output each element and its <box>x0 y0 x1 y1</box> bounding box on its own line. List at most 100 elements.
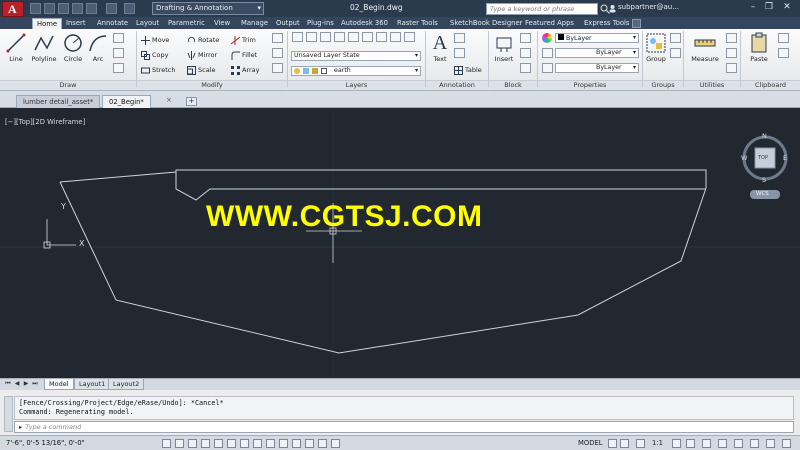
application-menu-button[interactable]: A <box>2 1 24 17</box>
layer-properties-icon[interactable] <box>292 32 303 42</box>
scale-button[interactable]: Scale <box>187 65 216 75</box>
layer-state-select[interactable]: Unsaved Layer State ▾ <box>291 51 421 61</box>
lineweight-select[interactable]: ByLayer ▾ <box>555 48 639 58</box>
drawing-viewport[interactable]: Y X N S E W TOP WCS <box>0 108 800 378</box>
array-button[interactable]: Array <box>231 65 260 75</box>
close-tab-icon[interactable]: × <box>166 97 173 104</box>
current-layer-select[interactable]: earth ▾ <box>291 66 421 76</box>
doc-tab-lumber-detail[interactable]: lumber detail_asset* <box>16 95 101 108</box>
close-icon[interactable]: ✕ <box>780 2 794 14</box>
tab-autodesk-360[interactable]: Autodesk 360 <box>337 18 392 29</box>
layer-unisolate-icon[interactable] <box>404 32 415 42</box>
snap-mode-icon[interactable] <box>175 439 184 448</box>
linetype-select[interactable]: ByLayer ▾ <box>555 63 639 73</box>
text-tool-button[interactable]: A Text <box>427 32 453 63</box>
tab-express-tools[interactable]: Express Tools <box>580 18 633 29</box>
ellipse-icon[interactable] <box>113 63 124 73</box>
annotation-scale-value[interactable]: 1:1 <box>652 439 663 447</box>
draw-panel-title[interactable]: Draw <box>0 80 136 90</box>
quick-select-icon[interactable] <box>726 48 737 58</box>
lock-icon[interactable] <box>312 68 318 74</box>
tab-manage[interactable]: Manage <box>237 18 272 29</box>
doc-tab-02-begin[interactable]: 02_Begin* <box>102 95 151 108</box>
infer-constraints-icon[interactable] <box>162 439 171 448</box>
quick-view-layouts-icon[interactable] <box>608 439 617 448</box>
circle-tool-button[interactable]: Circle <box>60 32 86 63</box>
status-menu-icon[interactable] <box>766 439 775 448</box>
command-input[interactable]: ▸ Type a command <box>14 421 794 433</box>
next-layout-icon[interactable]: ▶ <box>22 380 30 389</box>
group-button[interactable]: Group <box>643 32 669 63</box>
erase-icon[interactable] <box>272 33 283 43</box>
layer-freeze-icon[interactable] <box>334 32 345 42</box>
block-panel-title[interactable]: Block <box>489 80 537 90</box>
properties-panel-title[interactable]: Properties <box>538 80 642 90</box>
hatch-icon[interactable] <box>113 48 124 58</box>
calculator-icon[interactable] <box>726 33 737 43</box>
clipboard-panel-title[interactable]: Clipboard <box>741 80 800 90</box>
selection-cycling-icon[interactable] <box>331 439 340 448</box>
lineweight-toggle-icon[interactable] <box>292 439 301 448</box>
layer-walk-icon[interactable] <box>390 32 401 42</box>
dynamic-ucs-icon[interactable] <box>266 439 275 448</box>
layout-tab-layout2[interactable]: Layout2 <box>108 379 145 390</box>
workspace-select[interactable]: Drafting & Annotation ▾ <box>152 2 264 15</box>
clean-screen-icon[interactable] <box>782 439 791 448</box>
quick-view-drawings-icon[interactable] <box>620 439 629 448</box>
layout-tab-layout1[interactable]: Layout1 <box>74 379 111 390</box>
trim-button[interactable]: Trim <box>230 35 256 45</box>
sun-icon[interactable] <box>303 68 309 74</box>
ungroup-icon[interactable] <box>670 33 681 43</box>
layer-lock-icon[interactable] <box>348 32 359 42</box>
tab-parametric[interactable]: Parametric <box>164 18 209 29</box>
linetype-icon[interactable] <box>542 63 553 73</box>
transparency-icon[interactable] <box>305 439 314 448</box>
fillet-button[interactable]: Fillet <box>231 50 257 60</box>
help-search-input[interactable]: Type a keyword or phrase <box>486 3 598 15</box>
annotation-scale-icon[interactable] <box>636 439 645 448</box>
mirror-button[interactable]: Mirror <box>187 50 217 60</box>
groups-panel-title[interactable]: Groups <box>643 80 683 90</box>
workspace-switching-icon[interactable] <box>702 439 711 448</box>
new-tab-plus-icon[interactable]: + <box>186 97 197 106</box>
ortho-mode-icon[interactable] <box>201 439 210 448</box>
annotation-visibility-icon[interactable] <box>672 439 681 448</box>
tab-sketchbook-designer[interactable]: SketchBook Designer <box>446 18 526 29</box>
dynamic-input-icon[interactable] <box>279 439 288 448</box>
stretch-button[interactable]: Stretch <box>141 65 175 75</box>
redo-icon[interactable] <box>124 3 135 14</box>
tab-view[interactable]: View <box>210 18 234 29</box>
tab-home[interactable]: Home <box>32 18 63 29</box>
tab-annotate[interactable]: Annotate <box>93 18 132 29</box>
tab-plug-ins[interactable]: Plug-ins <box>303 18 338 29</box>
paste-button[interactable]: Paste <box>746 32 772 63</box>
group-edit-icon[interactable] <box>670 48 681 58</box>
viewcube-top-label[interactable]: TOP <box>758 155 768 161</box>
annotation-panel-title[interactable]: Annotation <box>426 80 488 90</box>
undo-icon[interactable] <box>106 3 117 14</box>
move-button[interactable]: Move <box>141 35 169 45</box>
modify-panel-title[interactable]: Modify <box>137 80 287 90</box>
explode-icon[interactable] <box>272 48 283 58</box>
command-line-grip[interactable] <box>4 396 13 432</box>
tab-insert[interactable]: Insert <box>62 18 90 29</box>
copy-button[interactable]: Copy <box>141 50 169 60</box>
edit-block-icon[interactable] <box>520 48 531 58</box>
new-file-icon[interactable] <box>30 3 41 14</box>
color-wheel-icon[interactable] <box>542 33 552 43</box>
prev-layout-icon[interactable]: ◀ <box>13 380 21 389</box>
tab-featured-apps[interactable]: Featured Apps <box>521 18 578 29</box>
tab-output[interactable]: Output <box>272 18 304 29</box>
offset-icon[interactable] <box>272 63 283 73</box>
object-snap-icon[interactable] <box>227 439 236 448</box>
last-layout-icon[interactable]: ⏭ <box>31 380 39 389</box>
3d-object-snap-icon[interactable] <box>240 439 249 448</box>
arc-tool-button[interactable]: Arc <box>85 32 111 63</box>
save-as-icon[interactable] <box>72 3 83 14</box>
rotate-button[interactable]: Rotate <box>187 35 219 45</box>
open-file-icon[interactable] <box>44 3 55 14</box>
grid-display-icon[interactable] <box>188 439 197 448</box>
measure-button[interactable]: Measure <box>690 32 720 63</box>
isolate-objects-icon[interactable] <box>750 439 759 448</box>
auto-scale-icon[interactable] <box>686 439 695 448</box>
